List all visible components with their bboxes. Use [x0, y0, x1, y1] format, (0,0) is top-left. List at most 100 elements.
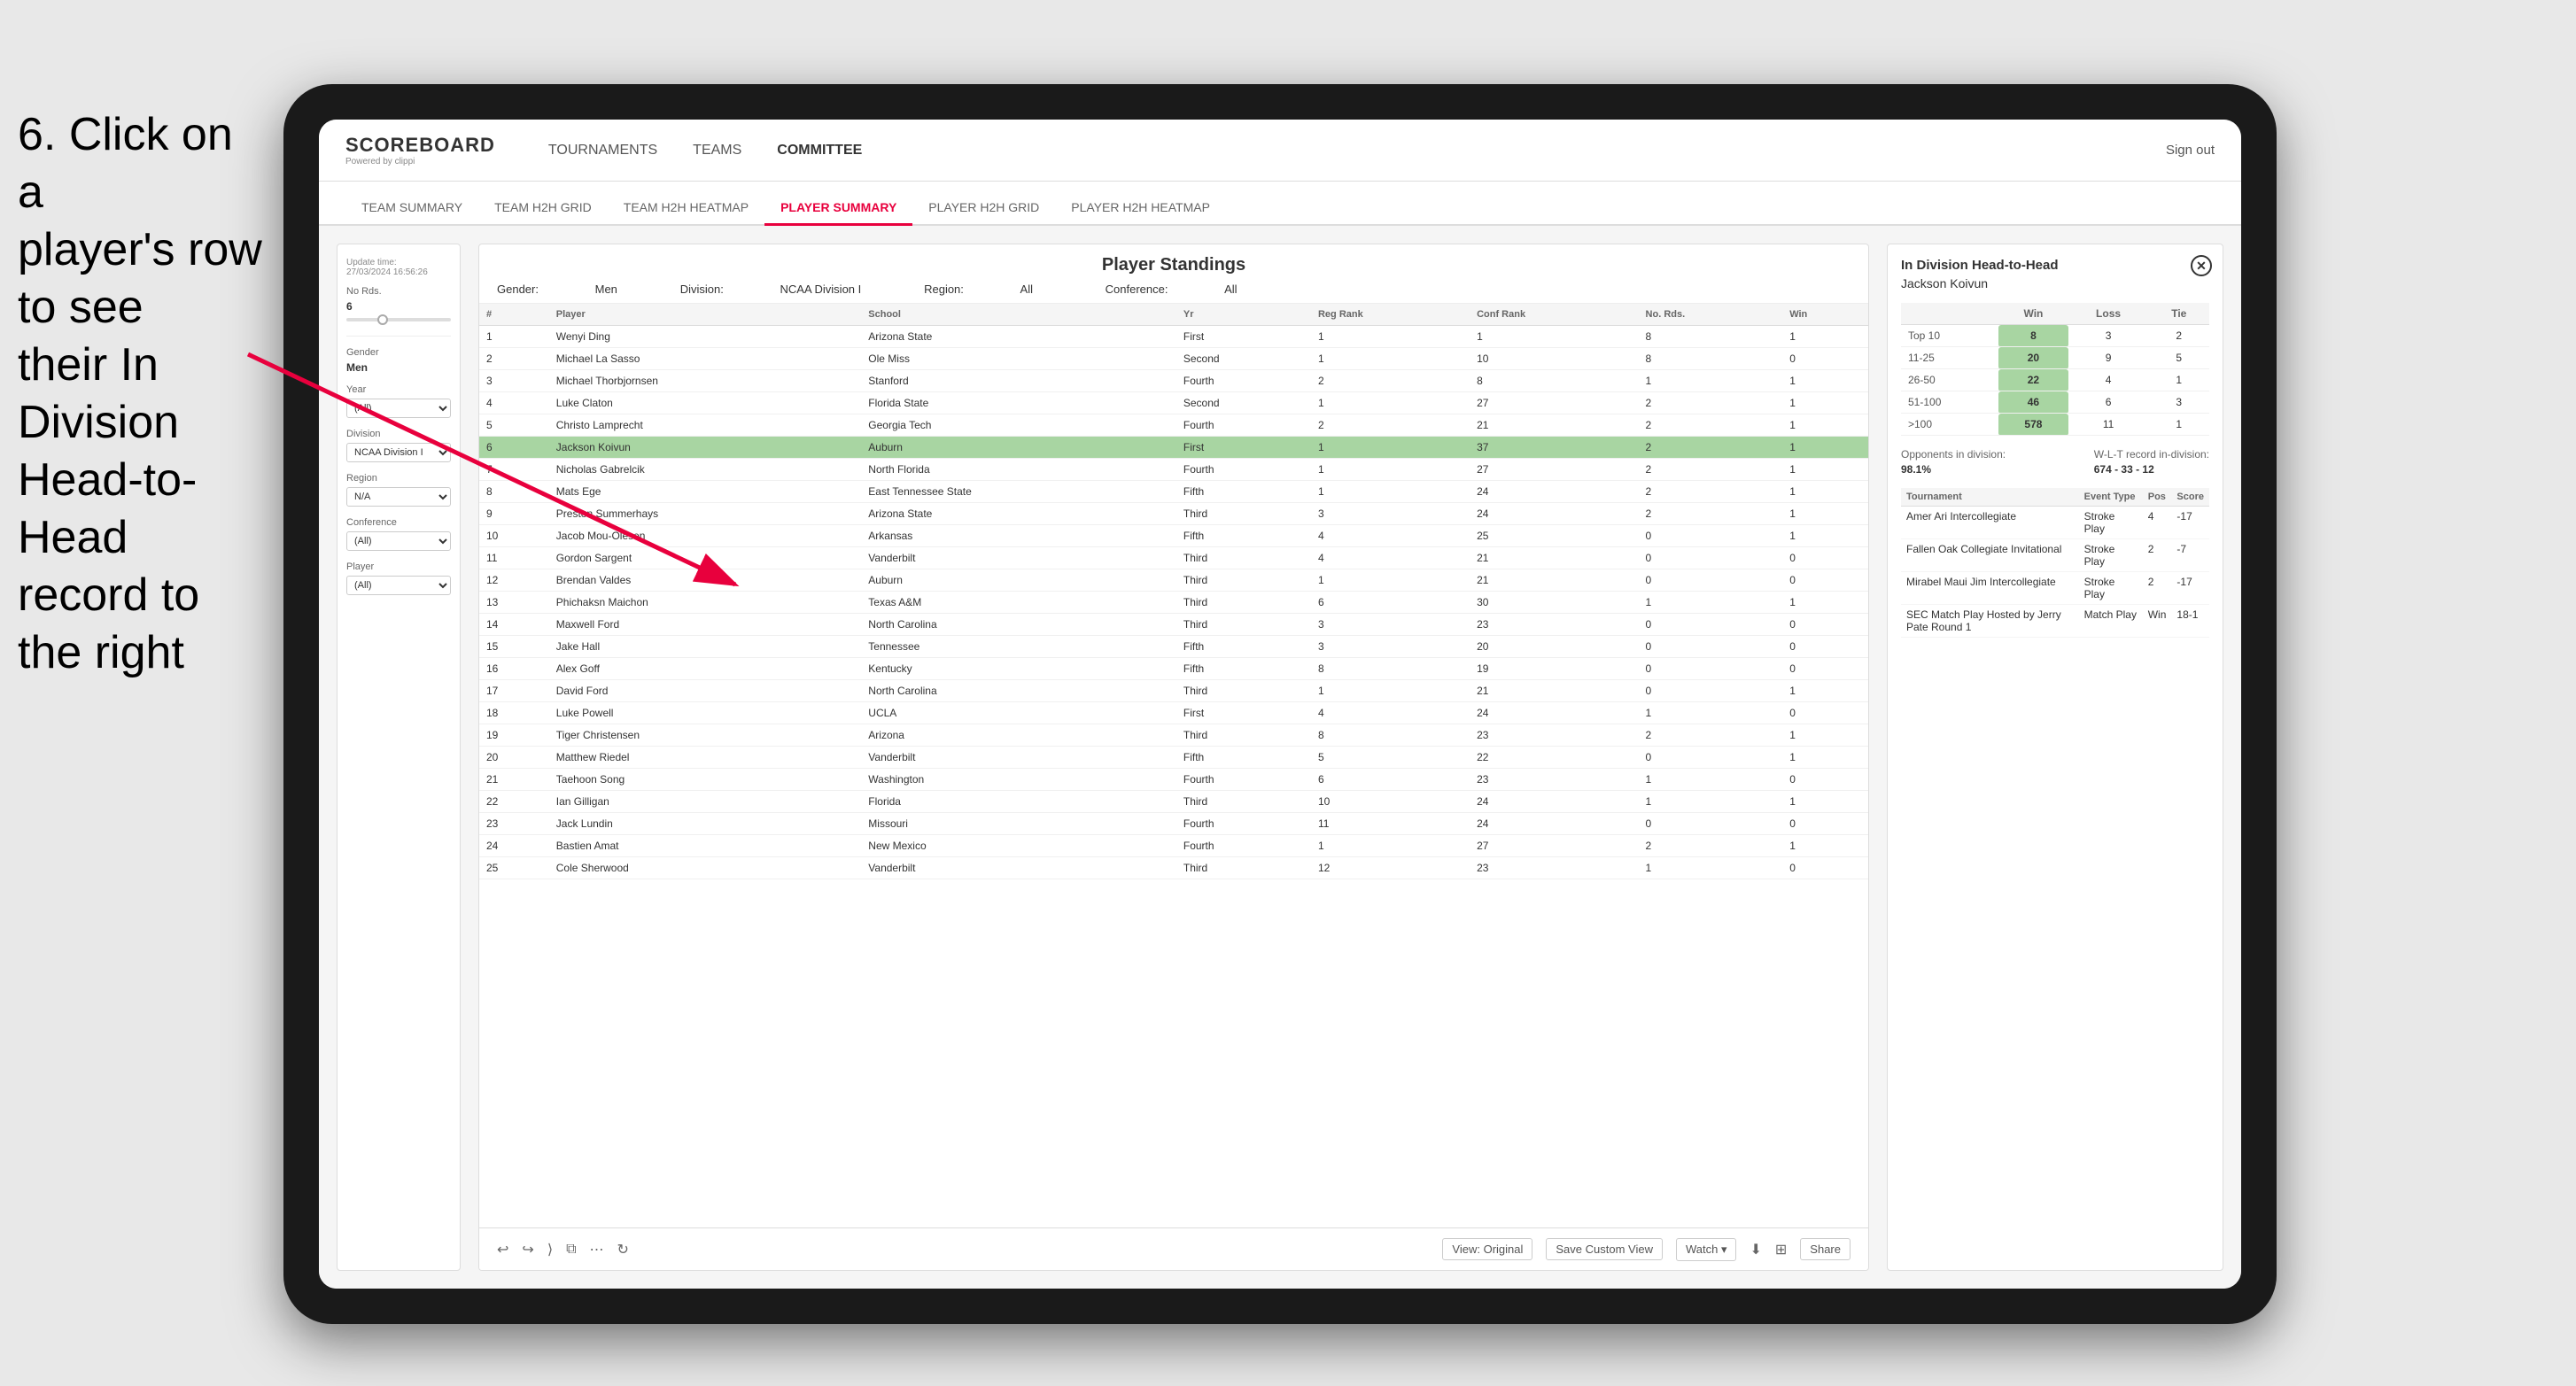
cell-rds: 0 [1639, 813, 1783, 835]
tab-team-summary[interactable]: TEAM SUMMARY [345, 191, 478, 226]
division-select[interactable]: NCAA Division I [346, 443, 451, 462]
year-select[interactable]: (All) [346, 399, 451, 418]
table-row[interactable]: 3 Michael Thorbjornsen Stanford Fourth 2… [479, 370, 1868, 392]
cell-school: East Tennessee State [861, 481, 1176, 503]
cell-win: 1 [1782, 326, 1868, 348]
division-filter-value: NCAA Division I [780, 283, 862, 296]
cell-player: Matthew Riedel [549, 747, 862, 769]
table-row[interactable]: 18 Luke Powell UCLA First 4 24 1 0 [479, 702, 1868, 724]
cell-reg: 12 [1311, 857, 1470, 879]
table-row[interactable]: 14 Maxwell Ford North Carolina Third 3 2… [479, 614, 1868, 636]
table-row[interactable]: 17 David Ford North Carolina Third 1 21 … [479, 680, 1868, 702]
player-select[interactable]: (All) [346, 576, 451, 595]
table-row[interactable]: 9 Preston Summerhays Arizona State Third… [479, 503, 1868, 525]
table-row[interactable]: 2 Michael La Sasso Ole Miss Second 1 10 … [479, 348, 1868, 370]
sub-nav: TEAM SUMMARY TEAM H2H GRID TEAM H2H HEAT… [319, 182, 2241, 226]
cell-rds: 2 [1639, 392, 1783, 414]
cell-conf: 22 [1470, 747, 1638, 769]
cell-reg: 6 [1311, 769, 1470, 791]
cell-win: 1 [1782, 459, 1868, 481]
cell-reg: 1 [1311, 437, 1470, 459]
h2h-row: >100 578 11 1 [1901, 414, 2209, 436]
nav-tournaments[interactable]: TOURNAMENTS [548, 138, 657, 163]
save-custom-btn[interactable]: Save Custom View [1546, 1238, 1663, 1260]
tab-team-h2h-heatmap[interactable]: TEAM H2H HEATMAP [608, 191, 764, 226]
sign-out-button[interactable]: Sign out [2166, 143, 2215, 158]
share-btn[interactable]: Share [1800, 1238, 1851, 1260]
region-filter-value: All [1020, 283, 1033, 296]
cell-school: North Carolina [861, 680, 1176, 702]
cell-yr: First [1176, 326, 1311, 348]
table-row[interactable]: 8 Mats Ege East Tennessee State Fifth 1 … [479, 481, 1868, 503]
h2h-close-btn[interactable]: ✕ [2191, 255, 2212, 276]
table-row[interactable]: 12 Brendan Valdes Auburn Third 1 21 0 0 [479, 569, 1868, 592]
table-row[interactable]: 24 Bastien Amat New Mexico Fourth 1 27 2… [479, 835, 1868, 857]
table-row[interactable]: 15 Jake Hall Tennessee Fifth 3 20 0 0 [479, 636, 1868, 658]
cell-conf: 24 [1470, 503, 1638, 525]
h2h-row: 51-100 46 6 3 [1901, 391, 2209, 414]
cell-conf: 10 [1470, 348, 1638, 370]
copy-icon[interactable]: ⧉ [566, 1242, 576, 1258]
cell-school: Arizona [861, 724, 1176, 747]
filters-panel: Update time: 27/03/2024 16:56:26 No Rds.… [337, 244, 461, 1271]
table-row[interactable]: 4 Luke Claton Florida State Second 1 27 … [479, 392, 1868, 414]
h2h-tie: 2 [2149, 325, 2209, 347]
table-row[interactable]: 13 Phichaksn Maichon Texas A&M Third 6 3… [479, 592, 1868, 614]
table-row[interactable]: 21 Taehoon Song Washington Fourth 6 23 1… [479, 769, 1868, 791]
refresh-icon[interactable]: ↻ [617, 1241, 629, 1258]
table-row[interactable]: 10 Jacob Mou-Olesen Arkansas Fifth 4 25 … [479, 525, 1868, 547]
export-icon[interactable]: ⬇ [1750, 1241, 1761, 1258]
cell-conf: 1 [1470, 326, 1638, 348]
watch-btn[interactable]: Watch ▾ [1676, 1238, 1737, 1261]
table-row[interactable]: 19 Tiger Christensen Arizona Third 8 23 … [479, 724, 1868, 747]
more-icon[interactable]: ⋯ [590, 1241, 604, 1258]
tour-name: SEC Match Play Hosted by Jerry Pate Roun… [1901, 605, 2079, 638]
tab-team-h2h-grid[interactable]: TEAM H2H GRID [478, 191, 608, 226]
region-select[interactable]: N/A [346, 487, 451, 507]
no-rds-slider[interactable] [346, 318, 451, 321]
nav-committee[interactable]: COMMITTEE [777, 138, 862, 163]
h2h-tie: 1 [2149, 369, 2209, 391]
cell-num: 21 [479, 769, 549, 791]
grid-icon[interactable]: ⊞ [1775, 1241, 1787, 1258]
slider-thumb[interactable] [377, 314, 388, 325]
tab-player-h2h-grid[interactable]: PLAYER H2H GRID [912, 191, 1055, 226]
tab-player-h2h-heatmap[interactable]: PLAYER H2H HEATMAP [1055, 191, 1226, 226]
cell-school: Arkansas [861, 525, 1176, 547]
table-row[interactable]: 5 Christo Lamprecht Georgia Tech Fourth … [479, 414, 1868, 437]
table-row[interactable]: 25 Cole Sherwood Vanderbilt Third 12 23 … [479, 857, 1868, 879]
region-label: Region [346, 473, 451, 484]
cell-reg: 1 [1311, 459, 1470, 481]
cell-school: Georgia Tech [861, 414, 1176, 437]
cell-win: 0 [1782, 813, 1868, 835]
undo-icon[interactable]: ↩ [497, 1241, 508, 1258]
conference-select[interactable]: (All) [346, 531, 451, 551]
h2h-stats-summary: Opponents in division: 98.1% W-L-T recor… [1901, 448, 2209, 476]
cell-reg: 2 [1311, 414, 1470, 437]
table-row[interactable]: 23 Jack Lundin Missouri Fourth 11 24 0 0 [479, 813, 1868, 835]
year-label: Year [346, 384, 451, 395]
cell-num: 6 [479, 437, 549, 459]
cell-conf: 24 [1470, 813, 1638, 835]
cell-yr: Fifth [1176, 747, 1311, 769]
cell-player: Mats Ege [549, 481, 862, 503]
table-row[interactable]: 22 Ian Gilligan Florida Third 10 24 1 1 [479, 791, 1868, 813]
nav-teams[interactable]: TEAMS [693, 138, 741, 163]
cell-reg: 4 [1311, 547, 1470, 569]
redo-icon[interactable]: ↪ [522, 1241, 533, 1258]
table-row[interactable]: 16 Alex Goff Kentucky Fifth 8 19 0 0 [479, 658, 1868, 680]
cell-rds: 1 [1639, 769, 1783, 791]
cell-conf: 24 [1470, 791, 1638, 813]
table-row[interactable]: 1 Wenyi Ding Arizona State First 1 1 8 1 [479, 326, 1868, 348]
cell-rds: 0 [1639, 525, 1783, 547]
table-row[interactable]: 20 Matthew Riedel Vanderbilt Fifth 5 22 … [479, 747, 1868, 769]
table-row[interactable]: 11 Gordon Sargent Vanderbilt Third 4 21 … [479, 547, 1868, 569]
tab-player-summary[interactable]: PLAYER SUMMARY [764, 191, 912, 226]
forward-icon[interactable]: ⟩ [547, 1241, 553, 1258]
region-filter-label: Region: [924, 283, 964, 296]
cell-num: 9 [479, 503, 549, 525]
table-row[interactable]: 6 Jackson Koivun Auburn First 1 37 2 1 [479, 437, 1868, 459]
table-row[interactable]: 7 Nicholas Gabrelcik North Florida Fourt… [479, 459, 1868, 481]
cell-yr: Third [1176, 857, 1311, 879]
view-original-btn[interactable]: View: Original [1442, 1238, 1532, 1260]
